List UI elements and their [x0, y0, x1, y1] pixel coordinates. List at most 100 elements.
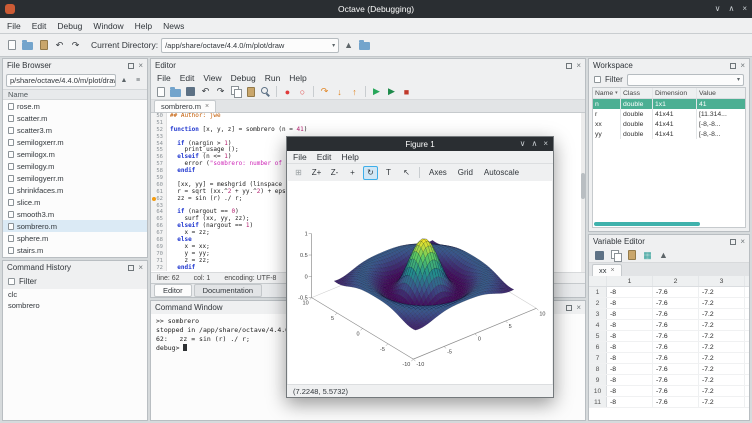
window-titlebar[interactable]: Octave (Debugging) ∨∧×: [0, 0, 752, 18]
workspace-row-yy[interactable]: yydouble41x41[-8,-8...: [593, 129, 745, 139]
ve-row-header[interactable]: 10: [589, 386, 607, 396]
ve-cell[interactable]: -7.2: [699, 320, 745, 330]
toggle-autoscale[interactable]: Autoscale: [480, 167, 523, 178]
menu-debug[interactable]: Debug: [57, 21, 82, 31]
toggle-grid[interactable]: Grid: [454, 167, 477, 178]
close-icon[interactable]: ×: [576, 305, 581, 311]
undock-icon[interactable]: [566, 63, 572, 69]
paste-icon[interactable]: [37, 39, 50, 52]
workspace-row-n[interactable]: ndouble1x141: [593, 99, 745, 109]
close-icon[interactable]: ×: [138, 265, 143, 271]
undock-icon[interactable]: [730, 239, 736, 245]
zoom-in-button[interactable]: Z+: [309, 166, 324, 180]
remove-breakpoints-icon[interactable]: ○: [296, 85, 309, 98]
close-tab-icon[interactable]: ×: [205, 103, 209, 110]
editor-menu-debug[interactable]: Debug: [231, 73, 256, 83]
paste-icon[interactable]: [244, 85, 257, 98]
tab-documentation[interactable]: Documentation: [194, 284, 262, 297]
ve-cell[interactable]: -7.6: [653, 364, 699, 374]
file-row[interactable]: semilogx.m: [3, 148, 147, 160]
ve-col-header[interactable]: 1: [607, 276, 653, 286]
ve-row-header[interactable]: 3: [589, 309, 607, 319]
pan-tool-button[interactable]: +: [345, 166, 360, 180]
ve-cell[interactable]: -7.2: [699, 309, 745, 319]
up-directory-icon[interactable]: ▲: [118, 75, 130, 87]
close-button[interactable]: ×: [742, 5, 747, 13]
copy-icon[interactable]: [229, 85, 242, 98]
ve-cell[interactable]: -7.6: [653, 320, 699, 330]
ve-row-header[interactable]: 9: [589, 375, 607, 385]
editor-menu-help[interactable]: Help: [289, 73, 306, 83]
file-row[interactable]: sombrero.m: [3, 220, 147, 232]
ve-cell[interactable]: -7.6: [653, 309, 699, 319]
figure-title-bar[interactable]: Figure 1 ∨∧×: [287, 137, 553, 151]
undo-icon[interactable]: ↶: [199, 85, 212, 98]
redo-icon[interactable]: ↷: [214, 85, 227, 98]
variable-tab[interactable]: xx ×: [592, 264, 622, 276]
ve-cell[interactable]: -7.6: [653, 298, 699, 308]
file-browser-path-combo[interactable]: p/share/octave/4.4.0/m/plot/draw ▾: [6, 74, 116, 87]
step-out-icon[interactable]: ↑: [348, 85, 361, 98]
editor-menu-edit[interactable]: Edit: [180, 73, 195, 83]
new-script-icon[interactable]: [5, 39, 18, 52]
ve-cell[interactable]: -7.2: [699, 298, 745, 308]
select-tool-button[interactable]: ↖: [399, 166, 414, 180]
menu-news[interactable]: News: [163, 21, 184, 31]
maximize-button[interactable]: ∧: [728, 5, 734, 13]
run-file-icon[interactable]: ▶: [385, 85, 398, 98]
close-icon[interactable]: ×: [740, 239, 745, 245]
tab-editor[interactable]: Editor: [154, 284, 192, 297]
rotate-tool-button[interactable]: ↻: [363, 166, 378, 180]
file-row[interactable]: semilogy.m: [3, 160, 147, 172]
ve-cell[interactable]: -8: [607, 331, 653, 341]
continue-icon[interactable]: ▶: [370, 85, 383, 98]
ve-col-header[interactable]: 3: [699, 276, 745, 286]
ve-cell[interactable]: -8: [607, 298, 653, 308]
editor-file-tab[interactable]: sombrero.m ×: [154, 100, 216, 112]
file-row[interactable]: stairs.m: [3, 244, 147, 256]
close-icon[interactable]: ×: [740, 63, 745, 69]
ve-cell[interactable]: -7.6: [653, 353, 699, 363]
file-row[interactable]: rose.m: [3, 100, 147, 112]
find-icon[interactable]: [259, 85, 272, 98]
open-folder-icon[interactable]: [21, 39, 34, 52]
ve-cell[interactable]: -7.2: [699, 353, 745, 363]
editor-menu-run[interactable]: Run: [265, 73, 281, 83]
workspace-col-name[interactable]: Name▾: [593, 88, 621, 98]
step-icon[interactable]: ↷: [318, 85, 331, 98]
ve-cell[interactable]: -7.6: [653, 331, 699, 341]
ve-cell[interactable]: -7.6: [653, 397, 699, 407]
breakpoint-marker[interactable]: [152, 197, 156, 201]
ve-cell[interactable]: -7.2: [699, 397, 745, 407]
workspace-col-value[interactable]: Value: [697, 88, 745, 98]
menu-window[interactable]: Window: [93, 21, 123, 31]
ve-row-header[interactable]: 1: [589, 287, 607, 297]
axes-config-button[interactable]: ⊞: [291, 166, 306, 180]
undock-icon[interactable]: [128, 265, 134, 271]
ve-cell[interactable]: -8: [607, 320, 653, 330]
close-tab-icon[interactable]: ×: [611, 267, 615, 274]
file-row[interactable]: smooth3.m: [3, 208, 147, 220]
ve-row-header[interactable]: 4: [589, 320, 607, 330]
toggle-axes[interactable]: Axes: [425, 167, 451, 178]
menu-help[interactable]: Help: [135, 21, 152, 31]
ve-cell[interactable]: -7.2: [699, 287, 745, 297]
text-tool-button[interactable]: T: [381, 166, 396, 180]
workspace-row-r[interactable]: rdouble41x41[11.314...: [593, 109, 745, 119]
close-icon[interactable]: ×: [138, 63, 143, 69]
variable-grid[interactable]: 123 1-8-7.6-7.22-8-7.6-7.23-8-7.6-7.24-8…: [589, 276, 749, 420]
ve-row-header[interactable]: 7: [589, 353, 607, 363]
undock-icon[interactable]: [566, 305, 572, 311]
paste-icon[interactable]: [625, 249, 638, 262]
figure-plot-canvas[interactable]: [288, 181, 554, 384]
file-row[interactable]: slice.m: [3, 196, 147, 208]
menu-file[interactable]: File: [7, 21, 21, 31]
scrollbar-thumb[interactable]: [581, 173, 585, 199]
editor-scrollbar[interactable]: [581, 113, 585, 272]
minimize-button[interactable]: ∨: [715, 5, 721, 13]
undo-icon[interactable]: ↶: [53, 39, 66, 52]
ve-cell[interactable]: -8: [607, 364, 653, 374]
file-row[interactable]: scatter.m: [3, 112, 147, 124]
ve-row-header[interactable]: 6: [589, 342, 607, 352]
ve-cell[interactable]: -8: [607, 386, 653, 396]
